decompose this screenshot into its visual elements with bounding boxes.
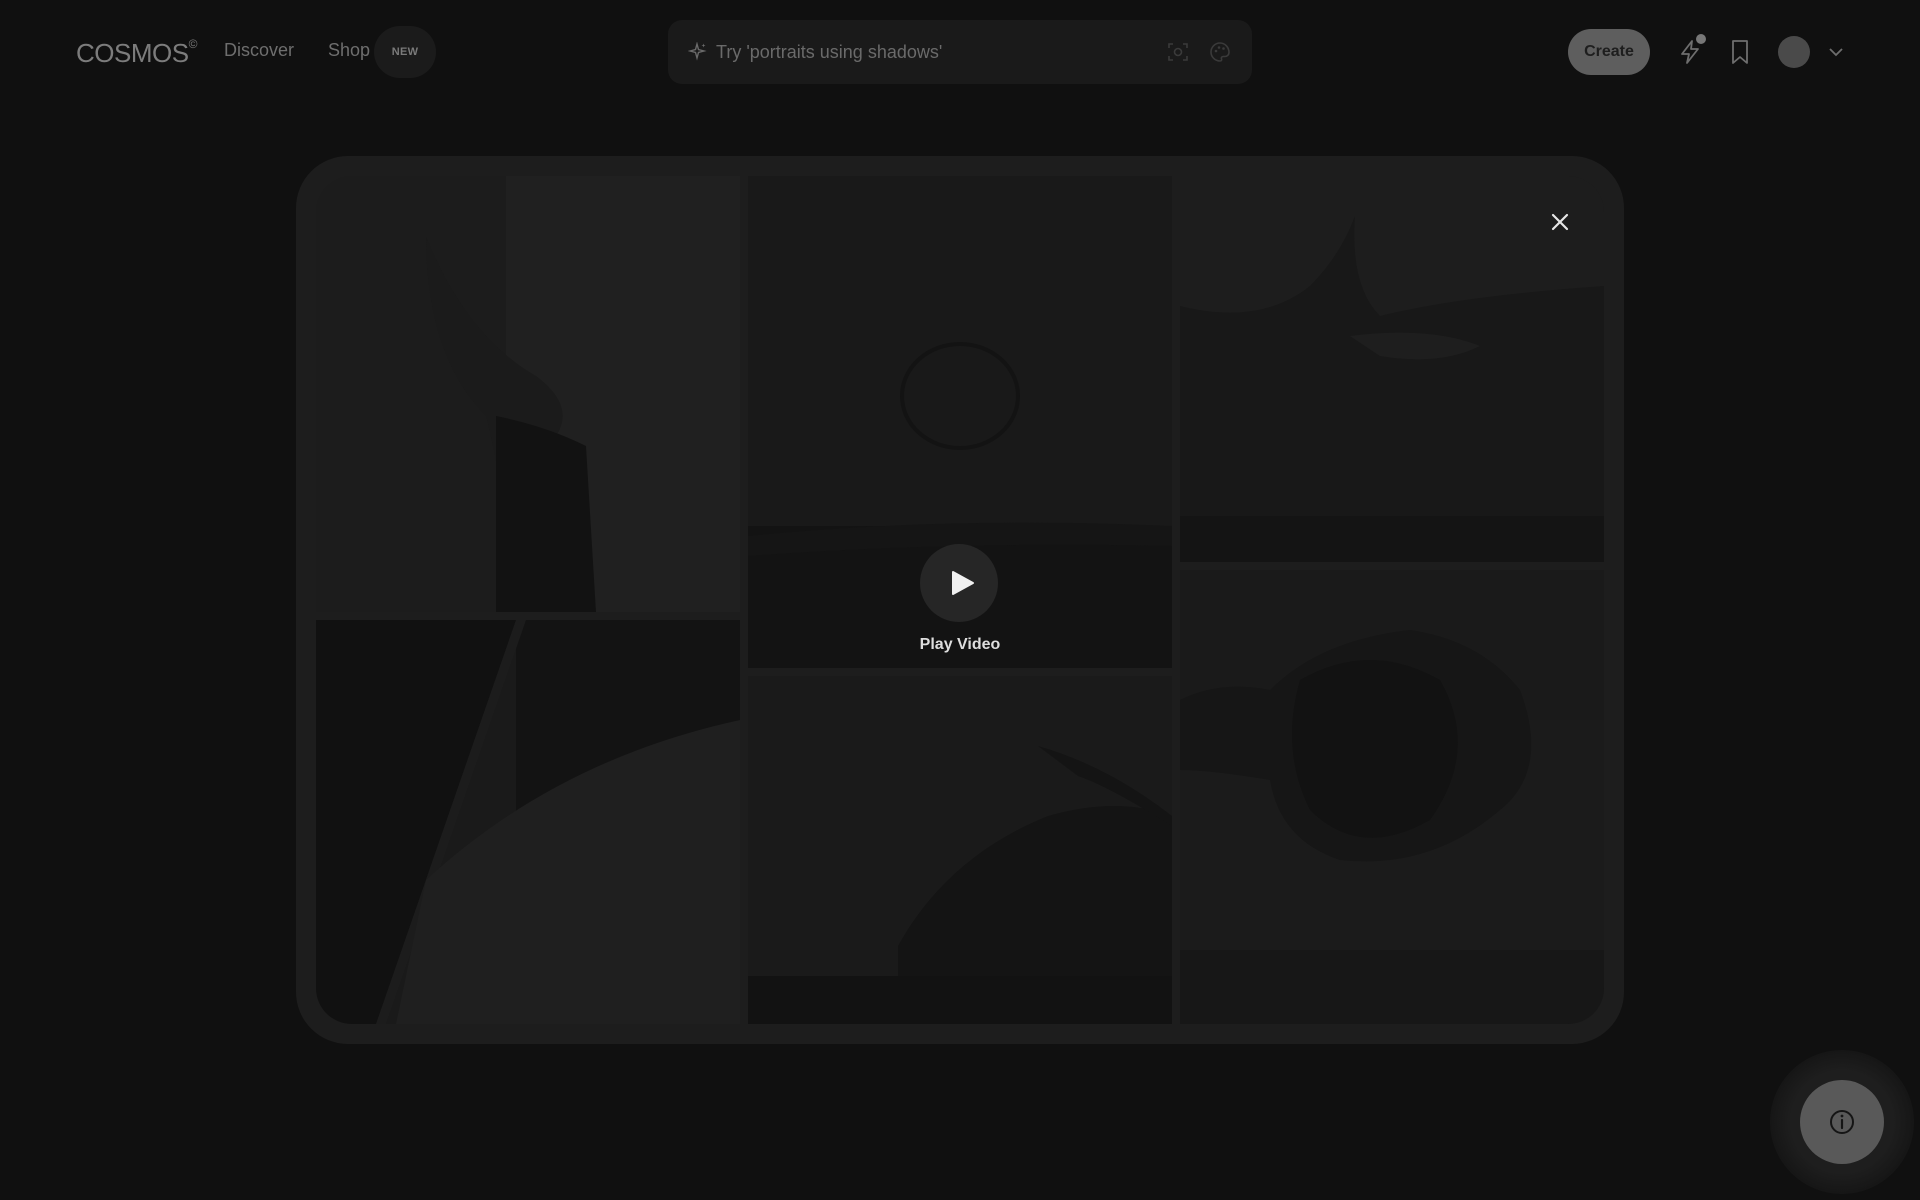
play-icon: [952, 571, 974, 595]
bolt-button[interactable]: [1676, 34, 1706, 66]
bookmark-icon: [1732, 40, 1748, 64]
create-button[interactable]: Create: [1568, 29, 1650, 75]
search-bar[interactable]: [668, 20, 1252, 84]
new-badge: NEW: [374, 26, 436, 78]
logo-text: COSMOS: [76, 38, 189, 68]
bottom-left-tile: [316, 620, 740, 1024]
logo-mark: ©: [188, 37, 198, 52]
bottom-right-tile: [1180, 570, 1604, 1024]
info-button[interactable]: [1770, 1050, 1914, 1194]
search-input[interactable]: [716, 34, 1116, 70]
close-button[interactable]: [1544, 206, 1576, 238]
palette-icon[interactable]: [1208, 40, 1232, 64]
sparkle-icon: [688, 42, 707, 61]
top-right-tile: [1180, 176, 1604, 562]
avatar[interactable]: [1778, 36, 1810, 68]
visual-search-icon[interactable]: [1166, 40, 1190, 64]
play-video-label: Play Video: [919, 636, 1001, 653]
bottom-center-tile: [748, 676, 1172, 1024]
top-bar: COSMOS© Discover Shop NEW Create: [0, 0, 1920, 104]
play-video-button[interactable]: [920, 544, 998, 622]
close-icon: [1551, 213, 1569, 231]
top-left-tile: [316, 176, 740, 612]
info-icon: [1830, 1110, 1854, 1134]
nav-discover-link[interactable]: Discover: [224, 40, 294, 61]
nav-shop-link[interactable]: Shop: [328, 40, 370, 61]
bookmark-button[interactable]: [1726, 38, 1754, 66]
notification-dot: [1696, 34, 1706, 44]
cosmos-logo[interactable]: COSMOS©: [76, 37, 198, 69]
chevron-down-icon[interactable]: [1826, 42, 1846, 62]
